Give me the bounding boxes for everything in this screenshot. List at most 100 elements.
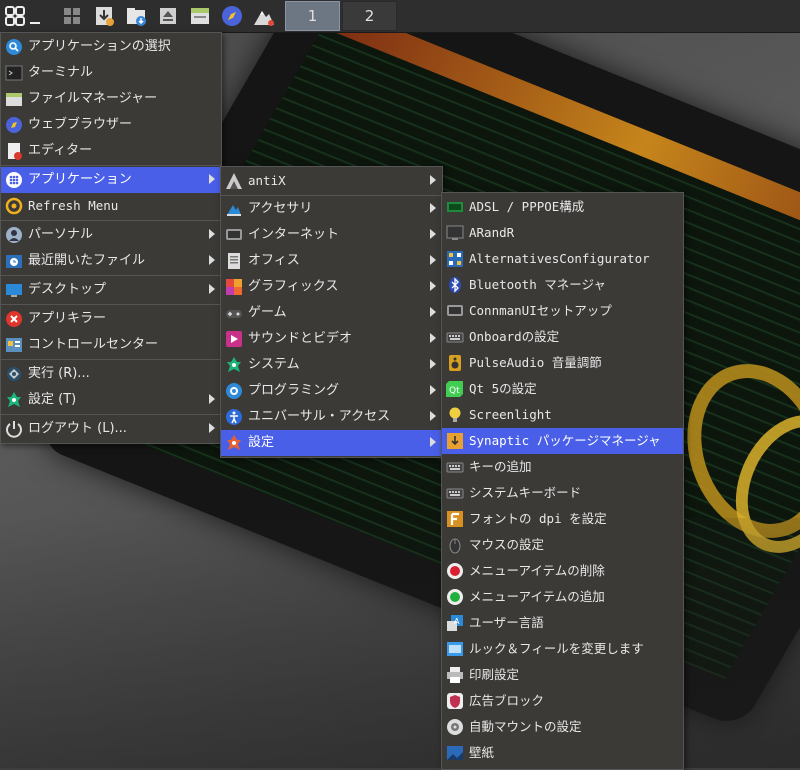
eject-launcher[interactable] (153, 2, 183, 30)
menu-item-settings[interactable]: 設定 (T) (1, 387, 221, 413)
start-menu-icon (5, 6, 25, 26)
games-icon (226, 310, 242, 318)
logout-icon (6, 421, 22, 438)
menu-item-label: ターミナル (28, 65, 94, 80)
menu-item-label: オフィス (248, 253, 300, 268)
submenu-arrow-icon (430, 281, 436, 291)
settings-item-mouse[interactable]: マウスの設定 (442, 532, 683, 558)
settings-item-printer[interactable]: 印刷設定 (442, 662, 683, 688)
menu-item-file-manager[interactable]: ファイルマネージャー (1, 86, 221, 112)
menu-item-applications[interactable]: アプリケーション (1, 167, 221, 193)
menu-item-logout[interactable]: ログアウト (L)... (1, 416, 221, 442)
settings-item-font-dpi[interactable]: フォントの dpi を設定 (442, 506, 683, 532)
menu-separator (1, 414, 221, 415)
settings-item-screenlight[interactable]: Screenlight (442, 402, 683, 428)
submenu-item-office[interactable]: オフィス (221, 248, 442, 274)
desktop-switch-1[interactable]: 1 (285, 1, 340, 31)
settings-item-onboard[interactable]: Onboardの設定 (442, 324, 683, 350)
menu-item-label: Refresh Menu (28, 198, 119, 213)
menu-item-label: 広告ブロック (469, 693, 545, 708)
menu-item-run[interactable]: 実行 (R)... (1, 361, 221, 387)
minimize-all-button[interactable] (26, 2, 44, 30)
settings-item-connman[interactable]: ConnmanUIセットアップ (442, 298, 683, 324)
menu-item-control-center[interactable]: コントロールセンター (1, 332, 221, 358)
desktop-icon (6, 284, 22, 297)
settings-item-adblock[interactable]: 広告ブロック (442, 688, 683, 714)
keyboard-icon (446, 332, 464, 343)
settings-item-synaptic[interactable]: Synaptic パッケージマネージャ (442, 428, 683, 454)
settings-item-automount[interactable]: 自動マウントの設定 (442, 714, 683, 740)
menu-item-refresh-menu[interactable]: Refresh Menu (1, 193, 221, 219)
terminal-icon (5, 65, 23, 81)
submenu-item-accessibility[interactable]: ユニバーサル・アクセス (221, 404, 442, 430)
menu-item-label: システム (248, 357, 300, 372)
submenu-arrow-icon (430, 385, 436, 395)
menu-item-label: AlternativesConfigurator (469, 251, 650, 266)
settings-item-qt5[interactable]: Qt Qt 5の設定 (442, 376, 683, 402)
menu-item-label: インターネット (248, 227, 340, 242)
menu-separator (1, 165, 221, 166)
qt-icon: Qt (446, 381, 463, 397)
submenu-arrow-icon (430, 359, 436, 369)
app-launcher[interactable] (249, 2, 279, 30)
submenu-item-accessories[interactable]: アクセサリ (221, 196, 442, 222)
connman-icon (447, 305, 463, 316)
submenu-arrow-icon (209, 394, 215, 404)
submenu-arrow-icon (430, 255, 436, 265)
internet-icon (226, 229, 242, 240)
submenu-item-sound-video[interactable]: サウンドとビデオ (221, 326, 442, 352)
menu-item-app-select[interactable]: アプリケーションの選択 (1, 34, 221, 60)
menu-item-recent-files[interactable]: 最近開いたファイル (1, 248, 221, 274)
menu-item-personal[interactable]: パーソナル (1, 222, 221, 248)
menu-item-terminal[interactable]: ターミナル (1, 60, 221, 86)
settings-item-system-keyboard[interactable]: システムキーボード (442, 480, 683, 506)
menu-item-label: ADSL / PPPOE構成 (469, 199, 585, 214)
wallpaper-icon (447, 746, 463, 760)
settings-item-wallpaper[interactable]: 壁紙 (442, 740, 683, 766)
settings-item-user-language[interactable]: A ユーザー言語 (442, 610, 683, 636)
settings-item-menu-remove[interactable]: メニューアイテムの削除 (442, 558, 683, 584)
menu-item-web-browser[interactable]: ウェブブラウザー (1, 112, 221, 138)
menu-item-label: Qt 5の設定 (469, 381, 537, 396)
menu-item-label: グラフィックス (248, 279, 339, 294)
desktop-switch-2[interactable]: 2 (342, 1, 397, 31)
settings-item-menu-add[interactable]: メニューアイテムの追加 (442, 584, 683, 610)
show-desktop-button[interactable] (57, 2, 87, 30)
file-manager-launcher[interactable] (185, 2, 215, 30)
menu-add-icon (447, 589, 463, 605)
menu-item-editor[interactable]: エディター (1, 138, 221, 164)
settings-icon (7, 392, 21, 407)
settings-item-pulseaudio[interactable]: PulseAudio 音量調節 (442, 350, 683, 376)
menu-item-label: アプリキラー (28, 311, 107, 326)
submenu-item-games[interactable]: ゲーム (221, 300, 442, 326)
submenu-arrow-icon (209, 174, 215, 184)
key-icon (446, 462, 464, 473)
main-menu: アプリケーションの選択 ターミナル ファイルマネージャー ウェブブラウザー エデ… (0, 32, 222, 444)
accessories-icon (227, 205, 241, 216)
submenu-item-antix[interactable]: antiX (221, 168, 442, 194)
menu-item-desktop[interactable]: デスクトップ (1, 277, 221, 303)
installer-launcher[interactable] (89, 2, 119, 30)
menu-item-label: パーソナル (28, 227, 94, 242)
settings-item-bluetooth[interactable]: Bluetooth マネージャ (442, 272, 683, 298)
menu-item-label: 設定 (T) (28, 392, 77, 407)
adsl-icon (447, 202, 463, 212)
menu-item-app-killer[interactable]: アプリキラー (1, 306, 221, 332)
submenu-item-programming[interactable]: プログラミング (221, 378, 442, 404)
settings-item-add-key[interactable]: キーの追加 (442, 454, 683, 480)
menu-item-label: システムキーボード (469, 485, 582, 500)
file-transfer-launcher[interactable] (121, 2, 151, 30)
submenu-item-settings[interactable]: 設定 (221, 430, 442, 456)
menu-remove-icon (447, 563, 463, 579)
settings-item-alternatives[interactable]: AlternativesConfigurator (442, 246, 683, 272)
submenu-arrow-icon (430, 229, 436, 239)
settings-item-arandr[interactable]: ARandR (442, 220, 683, 246)
web-browser-launcher[interactable] (217, 2, 247, 30)
arandr-icon (446, 225, 464, 240)
submenu-item-graphics[interactable]: グラフィックス (221, 274, 442, 300)
submenu-item-system[interactable]: システム (221, 352, 442, 378)
settings-item-adsl[interactable]: ADSL / PPPOE構成 (442, 194, 683, 220)
search-icon (6, 39, 22, 55)
settings-item-look-feel[interactable]: ルック＆フィールを変更します (442, 636, 683, 662)
submenu-item-internet[interactable]: インターネット (221, 222, 442, 248)
